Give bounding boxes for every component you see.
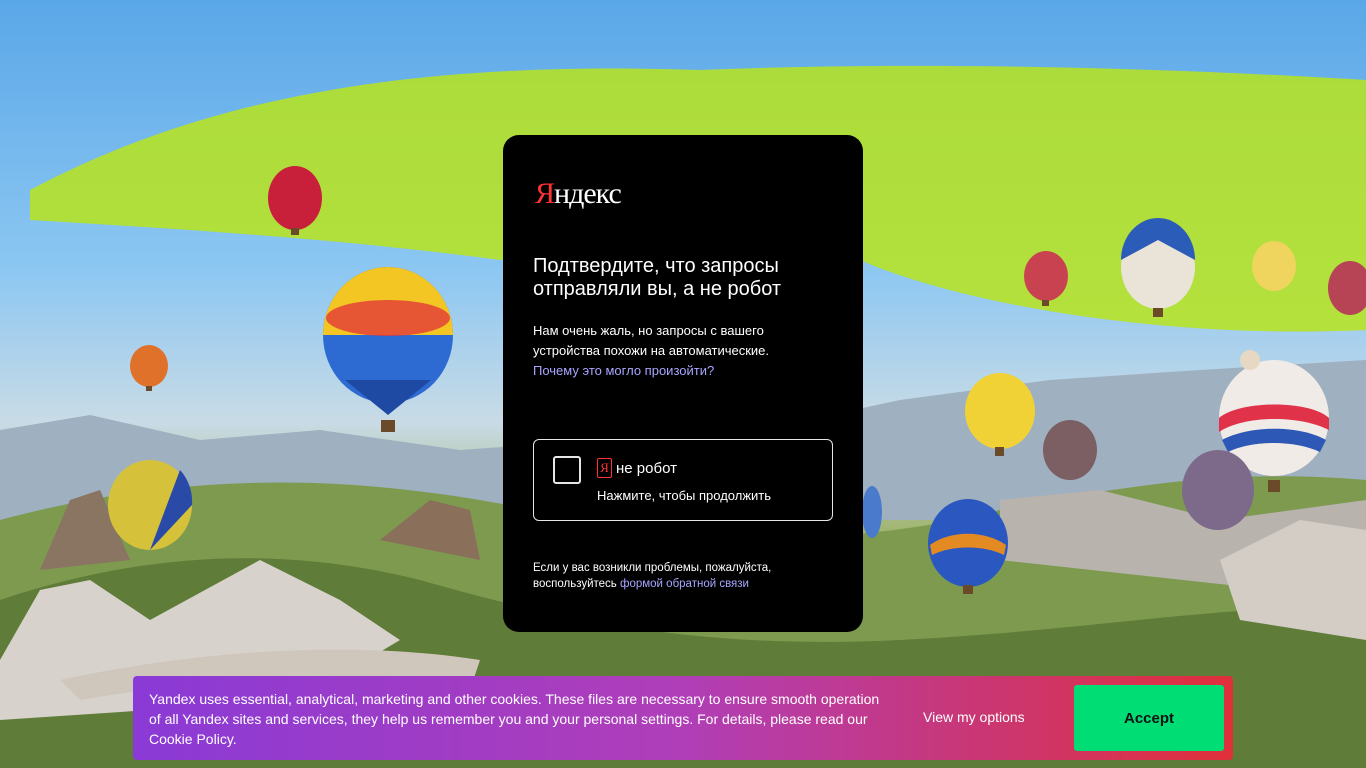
accept-button[interactable]: Accept [1074,685,1224,751]
captcha-label-text: не робот [616,459,677,477]
cookie-text-suffix: . [232,731,237,747]
cookie-policy-link[interactable]: Cookie Policy [149,731,233,747]
description: Нам очень жаль, но запросы с вашего устр… [533,321,793,381]
why-happened-link[interactable]: Почему это могло произойти? [533,363,714,378]
captcha-checkbox[interactable] [553,456,581,484]
help-text: Если у вас возникли проблемы, пожалуйста… [533,560,833,592]
page-title: Подтвердите, что запросы отправляли вы, … [533,255,782,300]
logo-accent-letter: Я [535,177,555,210]
description-text: Нам очень жаль, но запросы с вашего устр… [533,323,770,358]
view-options-button[interactable]: View my options [923,709,1025,725]
captcha-label: Я не робот [597,458,677,478]
yandex-logo[interactable]: Яндекс [535,177,622,211]
cookie-banner-text: Yandex uses essential, analytical, marke… [149,689,889,749]
not-robot-captcha[interactable]: Я не робот Нажмите, чтобы продолжить [533,439,833,521]
captcha-sublabel: Нажмите, чтобы продолжить [597,488,772,503]
yandex-mark-icon: Я [597,458,612,478]
feedback-form-link[interactable]: формой обратной связи [620,578,749,590]
captcha-card: Яндекс Подтвердите, что запросы отправля… [503,135,863,632]
cookie-banner: Yandex uses essential, analytical, marke… [133,676,1233,760]
cookie-text-body: Yandex uses essential, analytical, marke… [149,691,880,727]
logo-rest: ндекс [554,177,622,210]
